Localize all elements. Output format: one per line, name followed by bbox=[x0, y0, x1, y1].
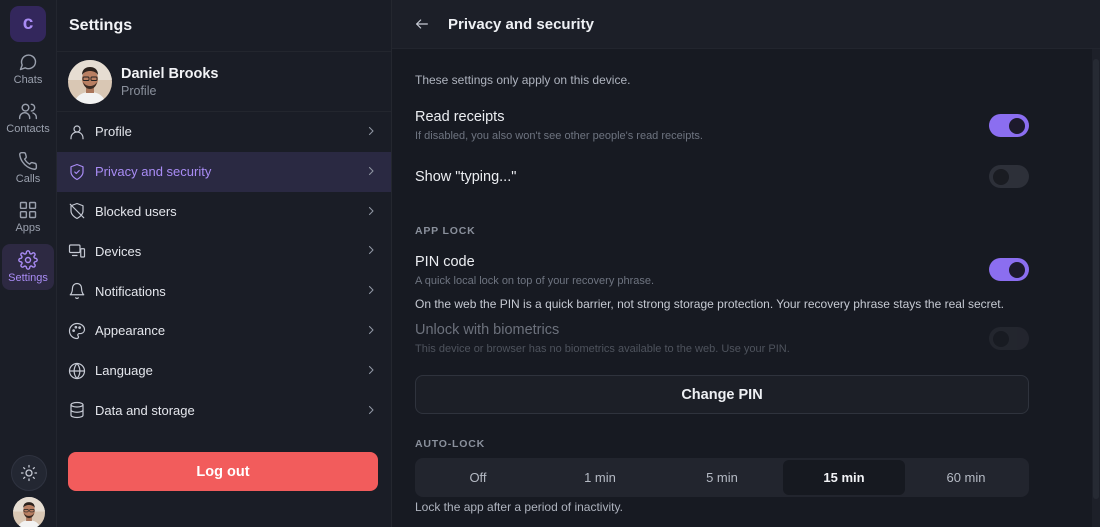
globe-icon bbox=[68, 362, 86, 380]
profile-text: Daniel Brooks Profile bbox=[121, 66, 219, 98]
rail-item-label: Chats bbox=[13, 73, 43, 86]
gear-icon bbox=[18, 249, 38, 270]
chevron-right-icon bbox=[368, 405, 374, 414]
chat-bubble-icon bbox=[19, 53, 37, 70]
auto-lock-section-heading: AUTO-LOCK bbox=[415, 438, 485, 450]
biometrics-title: Unlock with biometrics bbox=[415, 322, 560, 338]
user-icon bbox=[68, 123, 86, 141]
auto-lock-note: Lock the app after a period of inactivit… bbox=[415, 500, 623, 514]
chevron-right-icon bbox=[368, 166, 374, 175]
chevron-right-icon bbox=[368, 325, 374, 335]
pin-code-toggle[interactable] bbox=[989, 258, 1029, 281]
profile-card[interactable]: Daniel Brooks Profile bbox=[57, 52, 391, 112]
contacts-icon bbox=[18, 103, 38, 120]
menu-item-label: Language bbox=[95, 363, 153, 379]
avatar-image bbox=[68, 59, 112, 104]
avatar[interactable] bbox=[12, 497, 45, 527]
menu-item-notifications[interactable]: Notifications bbox=[57, 271, 391, 311]
back-arrow-icon[interactable] bbox=[414, 16, 430, 32]
auto-lock-option-15-min[interactable]: 15 min bbox=[783, 460, 905, 495]
avatar bbox=[68, 59, 112, 104]
menu-item-label: Profile bbox=[95, 124, 132, 140]
menu-item-language[interactable]: Language bbox=[57, 351, 391, 391]
biometrics-toggle[interactable] bbox=[989, 327, 1029, 350]
chevron-right-icon bbox=[368, 126, 374, 136]
settings-menu: Profile Privacy and security Blocked use… bbox=[57, 112, 391, 430]
rail-item-chats[interactable]: Chats bbox=[2, 46, 54, 92]
rail-item-label: Contacts bbox=[6, 123, 50, 135]
menu-item-appearance[interactable]: Appearance bbox=[57, 311, 391, 351]
auto-lock-option-1-min[interactable]: 1 min bbox=[539, 460, 661, 495]
menu-item-label: Notifications bbox=[95, 283, 166, 299]
palette-icon bbox=[68, 322, 86, 340]
typing-toggle[interactable] bbox=[989, 165, 1029, 188]
chevron-right-icon bbox=[368, 286, 374, 295]
menu-item-data-storage[interactable]: Data and storage bbox=[57, 391, 391, 431]
rail-item-calls[interactable]: Calls bbox=[2, 145, 54, 191]
detail-header: Privacy and security bbox=[392, 0, 1100, 49]
sun-icon bbox=[20, 464, 37, 482]
toggle-knob bbox=[993, 330, 1009, 347]
menu-item-blocked-users[interactable]: Blocked users bbox=[57, 192, 391, 232]
pin-code-subtitle: A quick local lock on top of your recove… bbox=[415, 275, 655, 287]
settings-panel: Settings Daniel Brooks Profile Profile P… bbox=[57, 0, 392, 527]
auto-lock-selector: Off 1 min 5 min 15 min 60 min bbox=[415, 458, 1029, 497]
theme-toggle-button[interactable] bbox=[10, 455, 47, 491]
chevron-right-icon bbox=[368, 365, 374, 374]
device-note: These settings only apply on this device… bbox=[415, 73, 631, 87]
biometrics-subtitle: This device or browser has no biometrics… bbox=[415, 343, 790, 355]
devices-icon bbox=[68, 242, 86, 260]
app-window: c Chats Contacts Calls Apps Settings Set… bbox=[0, 0, 1100, 527]
rail-item-apps[interactable]: Apps bbox=[2, 194, 54, 240]
menu-item-label: Blocked users bbox=[95, 203, 177, 219]
change-pin-button[interactable]: Change PIN bbox=[415, 375, 1029, 414]
rail-item-label: Settings bbox=[8, 271, 48, 284]
page-title: Privacy and security bbox=[448, 15, 594, 33]
menu-item-profile[interactable]: Profile bbox=[57, 112, 391, 152]
blocked-shield-icon bbox=[68, 202, 86, 220]
toggle-knob bbox=[1009, 261, 1025, 278]
chevron-right-icon bbox=[368, 246, 374, 255]
rail-item-label: Calls bbox=[15, 172, 41, 185]
privacy-security-pane: Privacy and security These settings only… bbox=[392, 0, 1100, 527]
toggle-knob bbox=[993, 168, 1009, 185]
navigation-rail: c Chats Contacts Calls Apps Settings bbox=[0, 0, 57, 527]
read-receipts-toggle[interactable] bbox=[989, 114, 1029, 137]
read-receipts-title: Read receipts bbox=[415, 109, 505, 125]
avatar-image bbox=[12, 497, 45, 527]
pin-code-title: PIN code bbox=[415, 254, 475, 270]
menu-item-privacy-security[interactable]: Privacy and security bbox=[57, 151, 391, 192]
settings-title: Settings bbox=[57, 0, 391, 52]
profile-subtitle: Profile bbox=[121, 83, 157, 98]
auto-lock-option-60-min[interactable]: 60 min bbox=[905, 460, 1027, 495]
chevron-right-icon bbox=[368, 206, 374, 215]
logout-button[interactable]: Log out bbox=[68, 452, 378, 491]
toggle-knob bbox=[1009, 117, 1025, 134]
rail-item-contacts[interactable]: Contacts bbox=[2, 95, 54, 141]
bell-icon bbox=[68, 282, 86, 300]
menu-item-devices[interactable]: Devices bbox=[57, 231, 391, 271]
menu-item-label: Appearance bbox=[95, 323, 166, 339]
read-receipts-subtitle: If disabled, you also won't see other pe… bbox=[415, 130, 703, 142]
menu-item-label: Privacy and security bbox=[95, 164, 212, 180]
rail-item-label: Apps bbox=[15, 222, 41, 234]
rail-item-settings[interactable]: Settings bbox=[2, 243, 54, 290]
app-lock-section-heading: APP LOCK bbox=[415, 225, 476, 237]
menu-item-label: Devices bbox=[95, 243, 142, 259]
profile-name: Daniel Brooks bbox=[121, 65, 219, 82]
apps-grid-icon bbox=[19, 201, 37, 219]
database-icon bbox=[68, 401, 86, 419]
typing-title: Show "typing..." bbox=[415, 169, 517, 185]
app-logo[interactable]: c bbox=[10, 6, 46, 42]
rail-bottom bbox=[0, 455, 57, 527]
shield-icon bbox=[68, 163, 86, 181]
pin-warning-note: On the web the PIN is a quick barrier, n… bbox=[415, 297, 1004, 311]
scrollbar-thumb[interactable] bbox=[1093, 59, 1099, 499]
menu-item-label: Data and storage bbox=[95, 402, 195, 418]
phone-icon bbox=[19, 151, 38, 170]
auto-lock-option-5-min[interactable]: 5 min bbox=[661, 460, 783, 495]
auto-lock-option-off[interactable]: Off bbox=[417, 460, 539, 495]
scrollbar[interactable] bbox=[1092, 49, 1100, 527]
